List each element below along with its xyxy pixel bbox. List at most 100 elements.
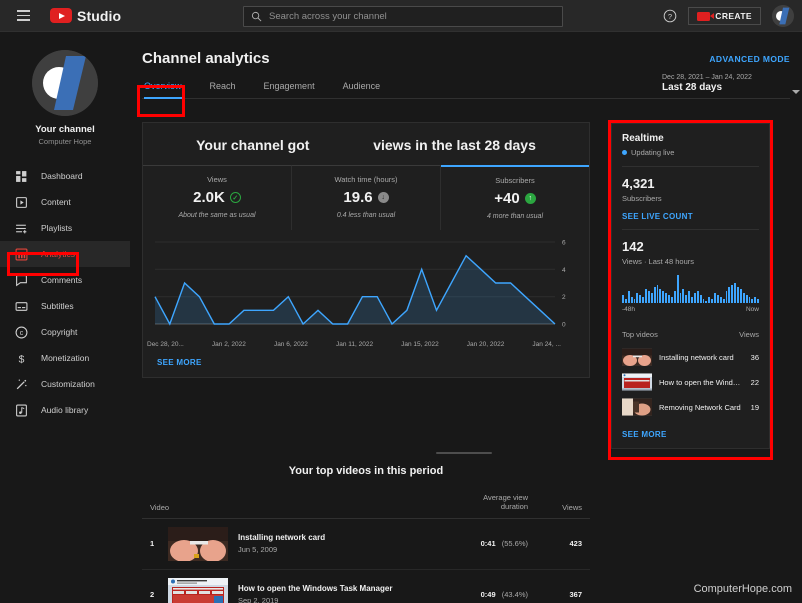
tab-engagement[interactable]: Engagement [264, 81, 329, 98]
sidebar-label: Dashboard [41, 171, 83, 181]
row-rank: 2 [150, 590, 155, 600]
search-input[interactable] [269, 11, 555, 22]
channel-name: Your channel [35, 124, 95, 135]
list-item[interactable]: Removing Network Card 19 [612, 395, 769, 420]
subscribers-chart[interactable]: 0 2 4 6 [153, 238, 579, 338]
create-button[interactable]: CREATE [688, 7, 761, 25]
date-range-selector[interactable]: Dec 28, 2021 – Jan 24, 2022 Last 28 days [662, 74, 800, 94]
column-header-duration: Average view duration [483, 493, 528, 512]
sidebar-label: Copyright [41, 327, 78, 337]
chart-see-more-link[interactable]: SEE MORE [143, 348, 589, 377]
sidebar-item-monetization[interactable]: $ Monetization [0, 345, 130, 371]
x-tick: Jan 24, ... [532, 341, 561, 348]
comment-bubble-icon [14, 273, 29, 288]
row-views: 423 [569, 539, 582, 549]
sidebar-item-dashboard[interactable]: Dashboard [0, 163, 130, 189]
sidebar-item-copyright[interactable]: c Copyright [0, 319, 130, 345]
live-label: Updating live [631, 148, 675, 157]
video-title[interactable]: Installing network card [238, 533, 436, 542]
realtime-sparkline[interactable] [622, 275, 759, 303]
sparkline-bar [639, 295, 642, 303]
search-box[interactable] [243, 6, 563, 27]
sidebar-item-analytics[interactable]: Analytics [0, 241, 130, 267]
sidebar-item-playlists[interactable]: Playlists [0, 215, 130, 241]
video-date: Sep 2, 2019 [238, 596, 279, 603]
video-thumbnail [622, 373, 652, 391]
see-live-count-link[interactable]: SEE LIVE COUNT [622, 212, 759, 221]
video-title[interactable]: How to open the Windows Task Manager [238, 584, 436, 593]
metric-card-views[interactable]: Views 2.0K ✓ About the same as usual [143, 165, 292, 230]
overview-card: Your channel got views in the last 28 da… [142, 122, 590, 378]
sidebar-item-content[interactable]: Content [0, 189, 130, 215]
list-item[interactable]: Installing network card 36 [612, 345, 769, 370]
top-videos-section: Your top videos in this period Video Ave… [142, 465, 590, 603]
chevron-down-icon[interactable] [792, 90, 800, 94]
hamburger-icon[interactable] [6, 10, 40, 21]
sparkline-bar [691, 297, 693, 303]
sparkline-bar [714, 293, 716, 303]
top-bar-actions: ? CREATE [663, 0, 794, 32]
overview-headline: Your channel got views in the last 28 da… [143, 123, 589, 165]
metric-card-watch-time[interactable]: Watch time (hours) 19.6 ↓ 0.4 less than … [292, 165, 441, 230]
svg-text:?: ? [668, 12, 672, 21]
realtime-see-more-link[interactable]: SEE MORE [612, 420, 769, 448]
playlists-icon [14, 221, 29, 236]
sparkline-axis-labels: -48h Now [622, 306, 759, 313]
sparkline-bar [693, 293, 696, 303]
headline-left: Your channel got [196, 137, 310, 153]
sidebar-item-subtitles[interactable]: Subtitles [0, 293, 130, 319]
live-dot-icon [622, 150, 627, 155]
list-item[interactable]: How to open the Windows T... 22 [612, 370, 769, 395]
sparkline-bar [734, 283, 736, 303]
svg-text:c: c [20, 330, 24, 337]
create-label: CREATE [715, 11, 752, 21]
help-circle-icon[interactable]: ? [663, 9, 677, 23]
video-views: 36 [750, 352, 759, 362]
sidebar-label: Subtitles [41, 301, 74, 311]
sparkline-bar [751, 299, 754, 303]
tab-overview[interactable]: Overview [142, 81, 196, 99]
sparkline-bar [745, 295, 748, 303]
tab-reach[interactable]: Reach [210, 81, 250, 98]
sparkline-bar [642, 297, 644, 303]
table-row[interactable]: 1 Installing network card Jun 5, 2009 0:… [142, 519, 590, 570]
realtime-views-label: Views · Last 48 hours [622, 257, 694, 266]
sparkline-bar [673, 291, 676, 303]
sidebar-label: Playlists [41, 223, 73, 233]
avatar[interactable] [772, 5, 794, 27]
column-header-video: Video [150, 502, 170, 512]
realtime-title: Realtime [622, 133, 664, 144]
table-header-row: Video Average view duration Views [142, 477, 590, 519]
sidebar-item-customization[interactable]: Customization [0, 371, 130, 397]
duration-percent: (55.6%) [501, 539, 528, 549]
subscribers-count: 4,321 [622, 176, 655, 191]
duration-percent: (43.4%) [501, 590, 528, 600]
advanced-mode-link[interactable]: ADVANCED MODE [709, 54, 790, 64]
duration-value: 0:41 [480, 539, 496, 549]
tab-audience[interactable]: Audience [343, 81, 395, 98]
page-title: Channel analytics [142, 50, 270, 67]
sparkline-bar [630, 297, 633, 303]
table-row[interactable]: 2 How to open the Windows Task Manager S… [142, 570, 590, 603]
sparkline-bar [711, 299, 713, 303]
video-thumbnail[interactable] [168, 577, 228, 603]
video-thumbnail[interactable] [168, 526, 228, 561]
x-tick: Jan 15, 2022 [401, 341, 439, 348]
sparkline-bar [662, 291, 665, 303]
section-divider [436, 452, 492, 454]
sidebar-label: Monetization [41, 353, 90, 363]
sparkline-bar [685, 295, 688, 303]
channel-avatar[interactable] [32, 50, 98, 116]
realtime-top-videos-header: Top videos Views [612, 321, 769, 345]
metric-card-subscribers[interactable]: Subscribers +40 ↑ 4 more than usual [441, 165, 589, 230]
date-range-dates: Dec 28, 2021 – Jan 24, 2022 [662, 74, 752, 81]
music-note-icon [14, 403, 29, 418]
sidebar-item-comments[interactable]: Comments [0, 267, 130, 293]
row-duration: 0:49 (43.4%) [436, 590, 528, 599]
realtime-views-count: 142 [622, 239, 644, 254]
studio-logo[interactable]: Studio [50, 8, 121, 24]
youtube-studio-analytics-page: Studio ? CREATE [0, 0, 802, 603]
sparkline-bar [636, 293, 639, 303]
content-play-icon [14, 195, 29, 210]
sidebar-item-audio-library[interactable]: Audio library [0, 397, 130, 423]
